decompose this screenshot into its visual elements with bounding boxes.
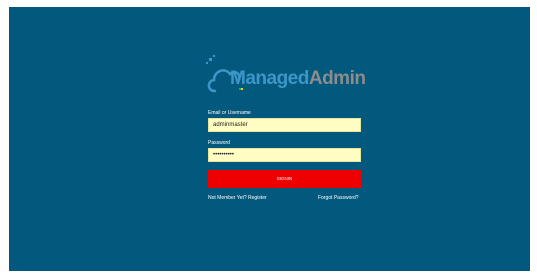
email-label: Email or Username xyxy=(208,110,251,116)
email-field[interactable]: adminmaster xyxy=(208,118,361,132)
password-label: Password xyxy=(208,140,230,146)
app-logo: ManagedAdmin xyxy=(203,55,366,97)
app-name-part1: Managed xyxy=(230,68,309,89)
password-field[interactable]: •••••••••• xyxy=(208,148,361,162)
app-name: ManagedAdmin xyxy=(230,68,366,90)
app-name-part2: Admin xyxy=(308,68,366,89)
register-link[interactable]: Not Member Yet? Register xyxy=(208,195,267,201)
signin-button[interactable]: SIGNIN xyxy=(208,170,361,188)
login-screen xyxy=(9,7,530,271)
forgot-password-link[interactable]: Forgot Password? xyxy=(318,195,359,201)
